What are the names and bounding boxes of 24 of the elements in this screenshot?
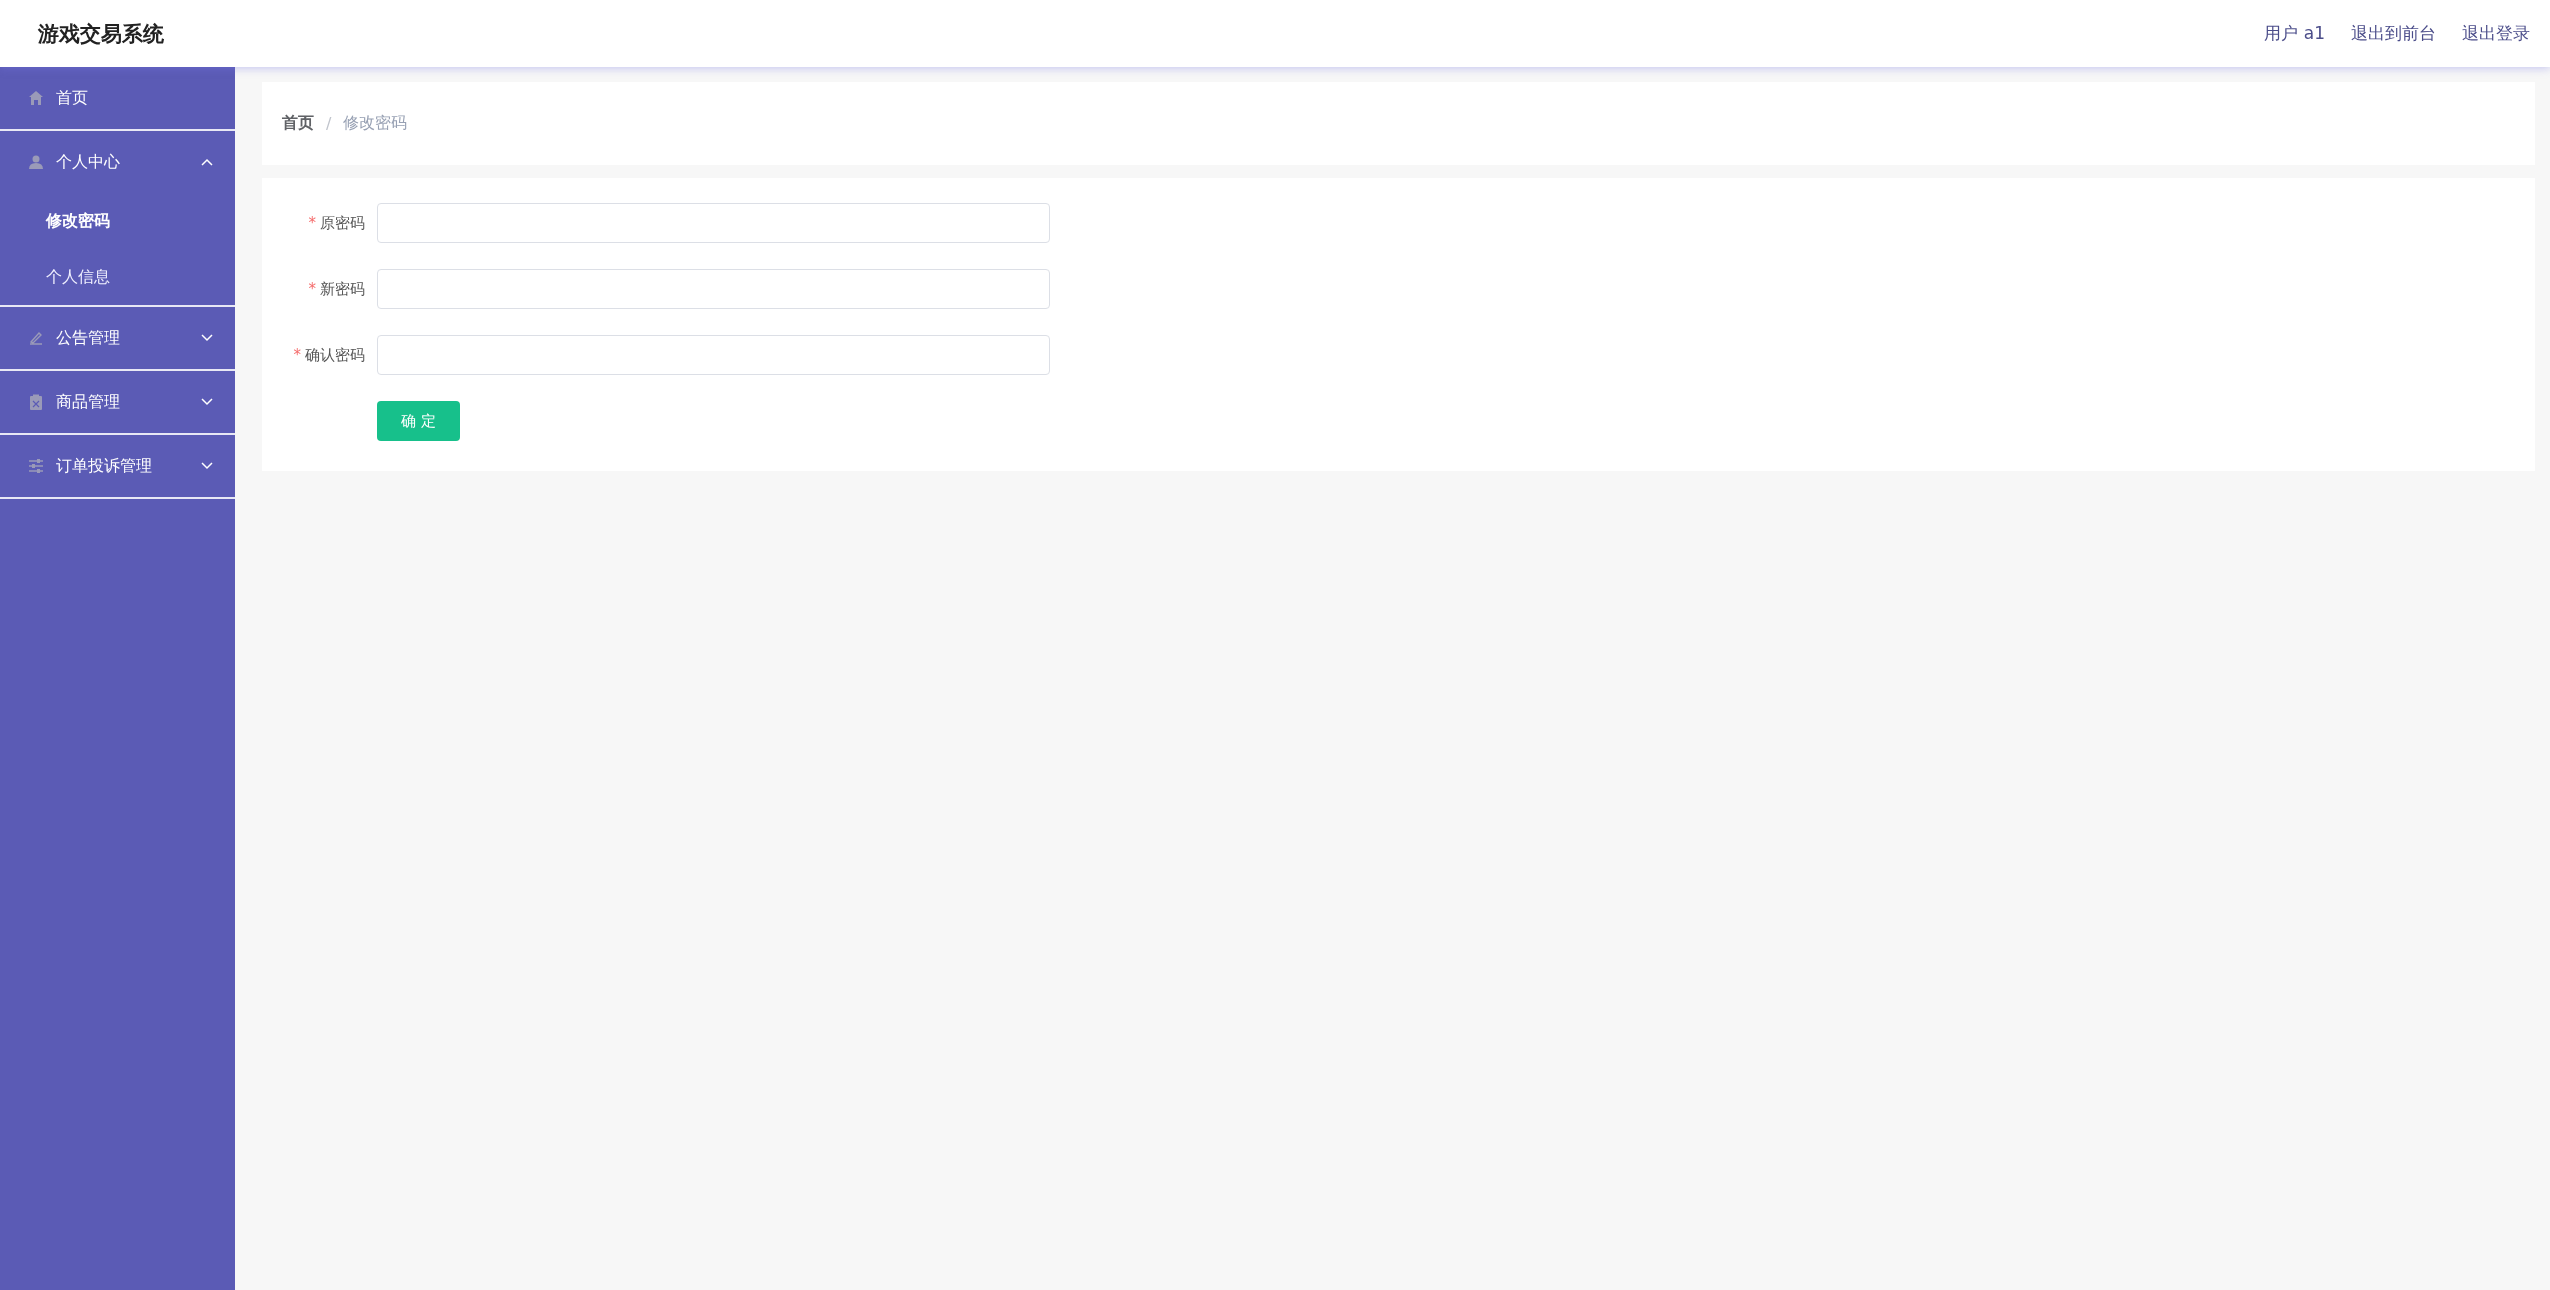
password-field[interactable] [377, 269, 1050, 309]
header-link[interactable]: 退出到前台 [2351, 22, 2436, 45]
header-link[interactable]: 用户 a1 [2264, 22, 2325, 45]
sliders-icon [28, 458, 44, 474]
clipboard-icon [28, 394, 44, 410]
field-label: * 确认密码 [292, 345, 365, 365]
menu-item[interactable]: 个人中心 [0, 131, 235, 193]
menu-item[interactable]: 订单投诉管理 [0, 435, 235, 497]
header-link[interactable]: 退出登录 [2462, 22, 2530, 45]
menu-item[interactable]: 商品管理 [0, 371, 235, 433]
breadcrumb-link[interactable]: 首页 [282, 113, 314, 134]
password-field[interactable] [377, 335, 1050, 375]
submenu-item[interactable]: 修改密码 [0, 193, 235, 249]
person-icon [28, 154, 44, 170]
breadcrumb-separator: / [326, 114, 332, 133]
app-title: 游戏交易系统 [38, 20, 164, 48]
menu-item[interactable]: 公告管理 [0, 307, 235, 369]
field-label: * 原密码 [307, 213, 365, 233]
home-icon [28, 90, 44, 106]
field-label: * 新密码 [307, 279, 365, 299]
pen-icon [28, 330, 44, 346]
menu-item[interactable]: 首页 [0, 67, 235, 129]
password-field[interactable] [377, 203, 1050, 243]
submenu-item[interactable]: 个人信息 [0, 249, 235, 305]
